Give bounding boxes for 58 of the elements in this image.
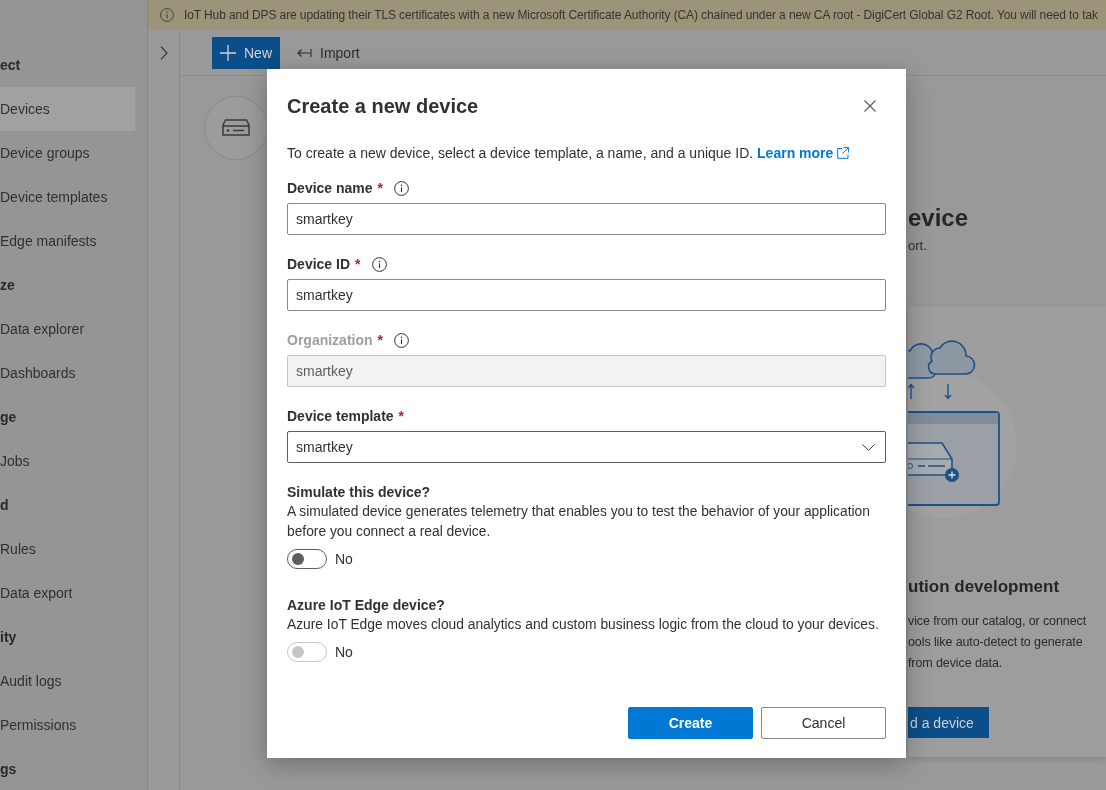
text-field[interactable]: smartkey — [287, 203, 886, 235]
section-heading: d — [0, 497, 9, 513]
external-link-icon — [837, 147, 850, 159]
nav-item[interactable]: Edge manifests — [0, 219, 135, 263]
field-label: Organization — [287, 331, 373, 350]
required-marker: * — [377, 331, 383, 350]
field-label: Device name — [287, 179, 373, 198]
cancel-button[interactable]: Cancel — [761, 707, 886, 739]
section-heading: ge — [0, 409, 17, 425]
page-heading: evice — [908, 204, 969, 232]
import-button[interactable]: Import — [297, 36, 360, 69]
banner-message: IoT Hub and DPS are updating their TLS certificates with a new Microsoft Certificate Authority (CA) chained under a new CA root - DigiCert Global G2 Root. You will need to tak — [184, 8, 1098, 22]
section-heading: gs — [0, 761, 17, 777]
field-label: Device template — [287, 407, 394, 426]
close-icon — [864, 100, 876, 112]
chevron-right-icon[interactable] — [160, 46, 168, 60]
toggle-description: A simulated device generates telemetry that enables you to test the behavior of your application before you connect a real device. — [287, 503, 871, 541]
chevron-down-icon — [862, 443, 875, 451]
nav-item[interactable]: Jobs — [0, 439, 135, 483]
learn-more-link[interactable]: Learn more — [757, 143, 850, 163]
field-label: Device ID — [287, 255, 351, 274]
section-heading: ze — [0, 277, 15, 293]
toggle-title: Azure IoT Edge device? — [287, 596, 445, 615]
info-icon — [160, 8, 174, 22]
nav-item[interactable]: Data export — [0, 571, 135, 615]
dialog-title: Create a new device — [287, 94, 479, 119]
nav-item[interactable]: Audit logs — [0, 659, 135, 703]
toggle-description: Azure IoT Edge moves cloud analytics and custom business logic from the cloud to your devices. — [287, 616, 879, 634]
required-marker: * — [398, 407, 405, 426]
nav-item[interactable]: Data explorer — [0, 307, 135, 351]
nav-item[interactable]: Device templates — [0, 175, 135, 219]
toggle-switch[interactable] — [287, 549, 327, 569]
toggle-state-label: No — [335, 643, 353, 662]
intro-text: To create a new device, select a device template, a name, and a unique ID. Learn more — [287, 143, 850, 163]
nav-item[interactable]: Dashboards — [0, 351, 135, 395]
nav-item[interactable]: Rules — [0, 527, 135, 571]
nav-item[interactable]: Device groups — [0, 131, 135, 175]
section-heading: ity — [0, 629, 17, 645]
close-button[interactable] — [862, 98, 878, 114]
required-marker: * — [377, 179, 384, 198]
nav-item[interactable]: Permissions — [0, 703, 135, 747]
card-heading: ution development — [908, 576, 1060, 598]
text-field: smartkey — [287, 355, 886, 387]
dropdown[interactable]: smartkey — [287, 431, 886, 463]
required-marker: * — [355, 255, 361, 274]
section-heading: ect — [0, 57, 21, 73]
device-icon — [204, 96, 268, 160]
toggle-state-label: No — [335, 550, 353, 569]
left-arrow-icon — [297, 47, 312, 58]
create-button[interactable]: Create — [628, 707, 753, 739]
plus-icon — [220, 44, 236, 61]
card-description: vice from our catalog, or connect ools like auto-detect to generate from device data. — [908, 613, 1087, 672]
new-button[interactable]: New — [212, 36, 280, 69]
nav-item[interactable]: Devices — [0, 87, 135, 131]
toggle-title: Simulate this device? — [287, 483, 431, 502]
page-subheading: ort. — [908, 237, 927, 255]
card-action-button[interactable]: d a device — [908, 707, 989, 738]
text-field[interactable]: smartkey — [287, 279, 886, 311]
